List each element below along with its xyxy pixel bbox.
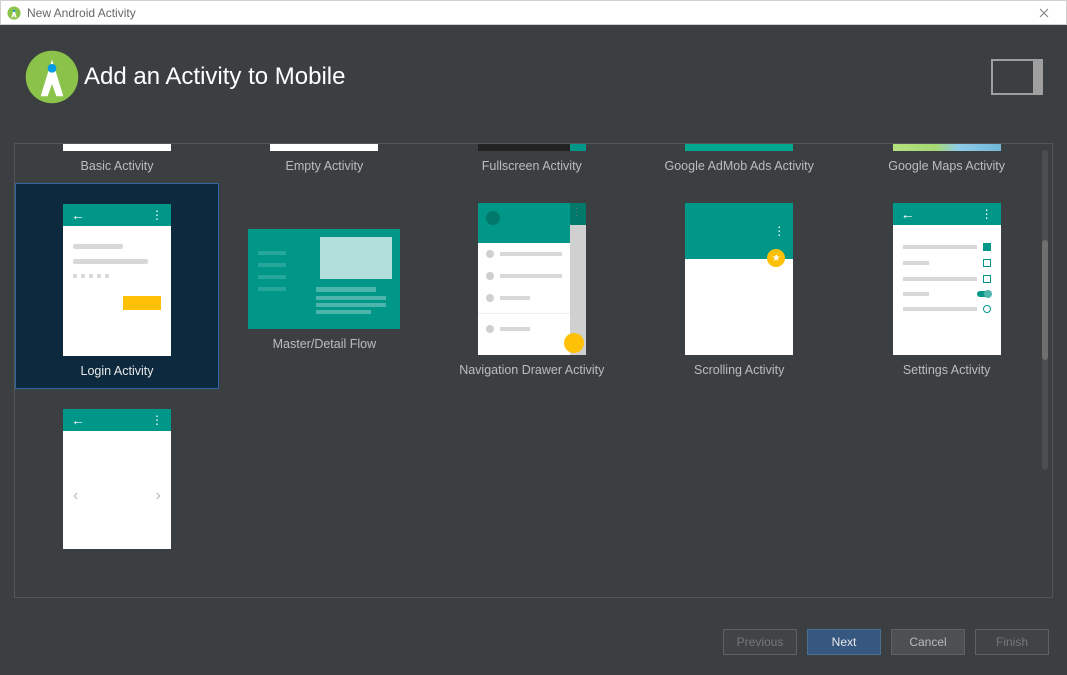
star-icon: ★: [767, 249, 785, 267]
template-navigation-drawer-activity[interactable]: ⋮ Navigation Drawer Activity: [430, 183, 634, 389]
chevron-left-icon: ‹: [73, 487, 78, 505]
template-label: Fullscreen Activity: [482, 151, 582, 183]
overflow-icon: ⋮: [773, 225, 785, 237]
template-label: Basic Activity: [81, 151, 154, 183]
back-arrow-icon: ←: [71, 208, 85, 222]
template-scrolling-activity[interactable]: ⋮ ★ Scrolling Activity: [637, 183, 841, 389]
android-studio-icon: [7, 6, 21, 20]
overflow-icon: ⋮: [981, 208, 993, 220]
template-label: Google AdMob Ads Activity: [664, 151, 813, 183]
scrollbar[interactable]: [1042, 150, 1048, 470]
template-login-activity[interactable]: ← ⋮ Login Activity: [15, 183, 219, 389]
overflow-icon: ⋮: [151, 414, 163, 426]
template-label: Empty Activity: [285, 151, 363, 183]
template-row-1: Basic Activity Empty Activity Fullscreen…: [15, 144, 1052, 183]
back-arrow-icon: ←: [901, 207, 915, 221]
close-button[interactable]: [1028, 1, 1060, 24]
form-factor-icon: [991, 59, 1043, 95]
close-icon: [1039, 8, 1049, 18]
template-label: Login Activity: [81, 356, 154, 388]
previous-button[interactable]: Previous: [723, 629, 797, 655]
back-arrow-icon: ←: [71, 413, 85, 427]
footer: Previous Next Cancel Finish: [0, 608, 1067, 675]
template-admob-activity[interactable]: Google AdMob Ads Activity: [637, 144, 841, 183]
content-area: Basic Activity Empty Activity Fullscreen…: [0, 129, 1067, 608]
template-fullscreen-activity[interactable]: Fullscreen Activity: [430, 144, 634, 183]
template-label: Scrolling Activity: [694, 355, 784, 387]
header: Add an Activity to Mobile: [0, 25, 1067, 129]
android-studio-logo: [24, 49, 80, 105]
template-google-maps-activity[interactable]: Google Maps Activity: [845, 144, 1049, 183]
cancel-button[interactable]: Cancel: [891, 629, 965, 655]
template-label: Settings Activity: [903, 355, 991, 387]
window-title: New Android Activity: [27, 6, 136, 20]
template-row-3: ← ⋮ ‹ ›: [15, 389, 1052, 549]
page-title: Add an Activity to Mobile: [84, 63, 345, 91]
template-master-detail-flow[interactable]: Master/Detail Flow: [222, 183, 426, 389]
titlebar: New Android Activity: [0, 0, 1067, 25]
template-settings-activity[interactable]: ← ⋮ Settings Activity: [845, 183, 1049, 389]
overflow-icon: ⋮: [151, 209, 163, 221]
template-label: Master/Detail Flow: [273, 329, 377, 361]
template-row-2: ← ⋮ Login Activity: [15, 183, 1052, 389]
template-gallery: Basic Activity Empty Activity Fullscreen…: [14, 143, 1053, 598]
template-label: Google Maps Activity: [888, 151, 1005, 183]
template-empty-activity[interactable]: Empty Activity: [222, 144, 426, 183]
scrollbar-thumb[interactable]: [1042, 240, 1048, 360]
chevron-right-icon: ›: [156, 487, 161, 505]
template-basic-activity[interactable]: Basic Activity: [15, 144, 219, 183]
next-button[interactable]: Next: [807, 629, 881, 655]
template-label: Navigation Drawer Activity: [459, 355, 604, 387]
template-tabbed-activity[interactable]: ← ⋮ ‹ ›: [15, 389, 219, 549]
finish-button[interactable]: Finish: [975, 629, 1049, 655]
